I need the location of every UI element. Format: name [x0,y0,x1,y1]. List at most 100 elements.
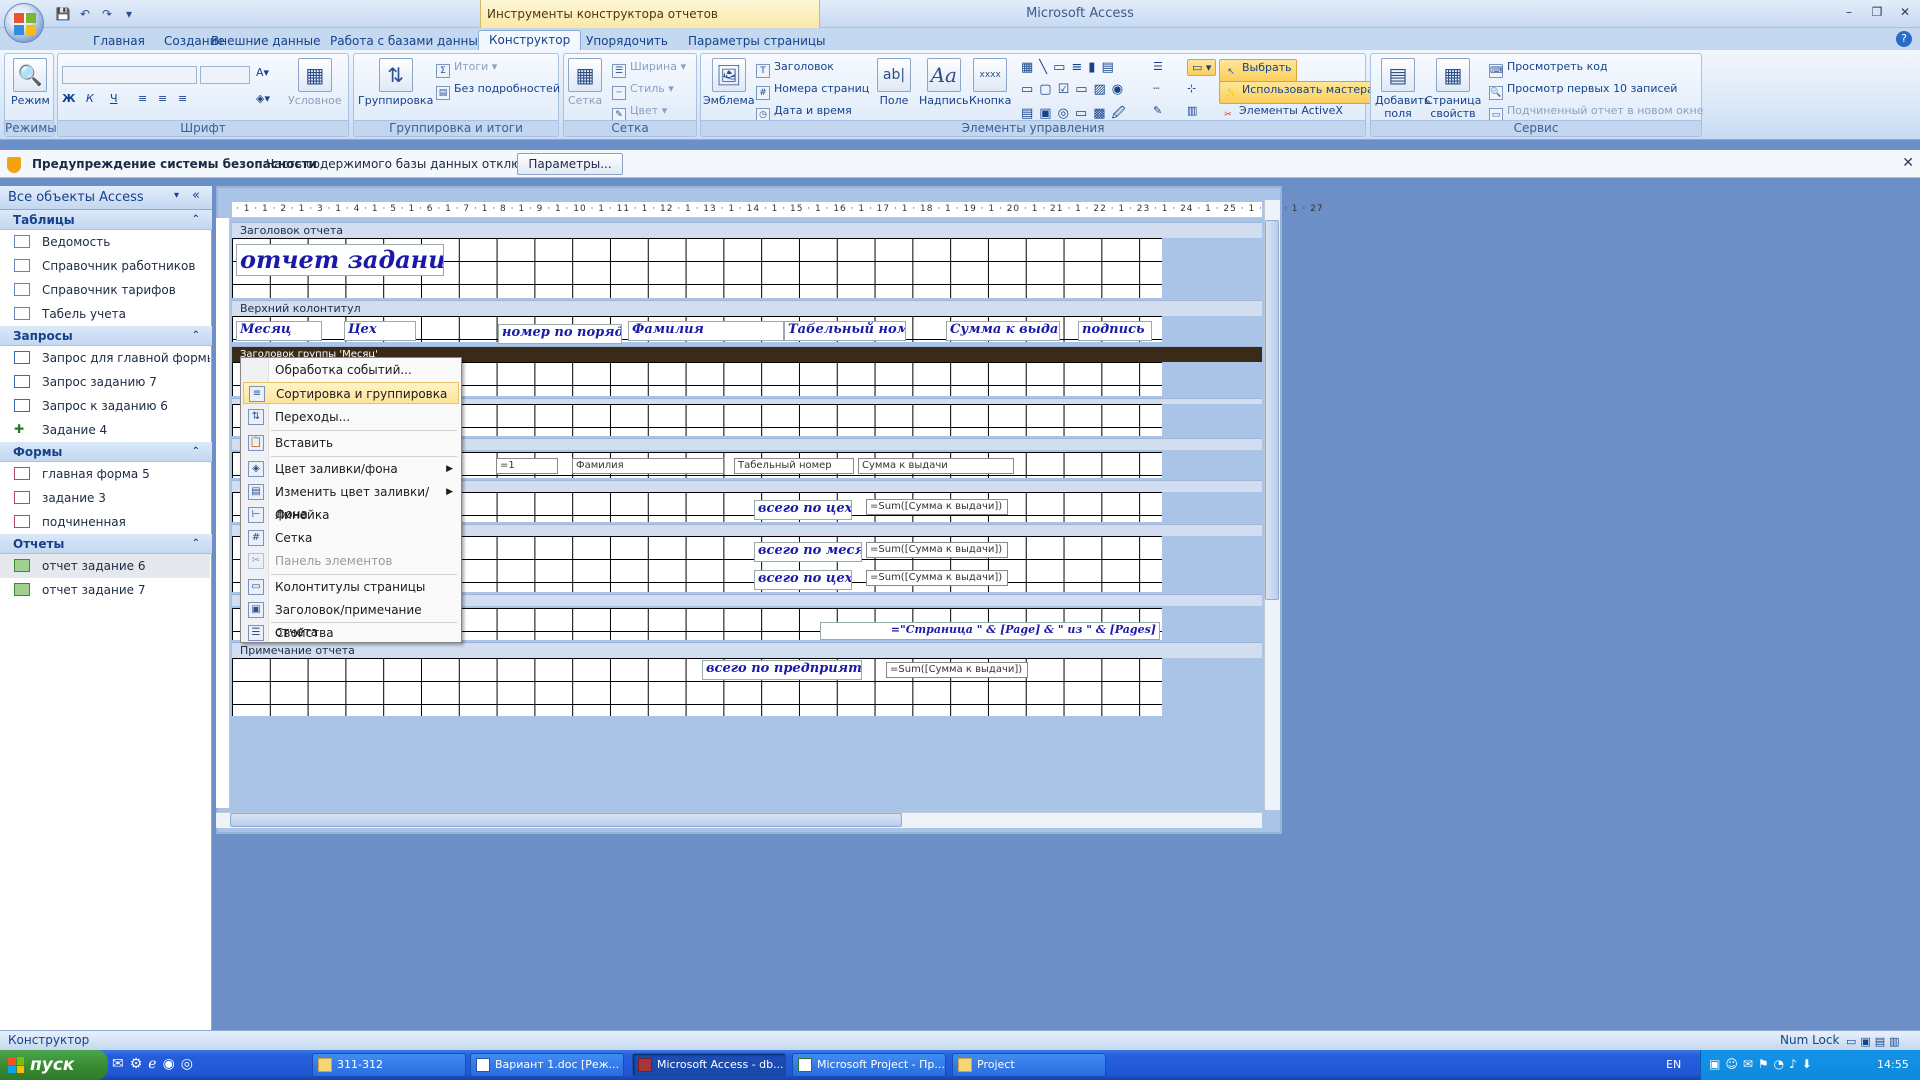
taskbar-button-folder[interactable]: 311-312 [312,1053,466,1077]
redo-icon[interactable]: ↷ [98,5,116,23]
save-icon[interactable]: 💾 [54,5,72,23]
controls-gallery-row2[interactable]: ▭▢☑▭▨◉ [1021,82,1141,97]
nav-item-table[interactable]: Справочник работников [0,254,210,278]
taskbar-button-word[interactable]: Вариант 1.doc [Реж... [470,1053,624,1077]
collapse-icon[interactable]: ⌃ [192,534,200,554]
menu-item-report-header-footer[interactable]: ▣ Заголовок/примечание отчета [243,599,459,639]
undo-icon[interactable]: ↶ [76,5,94,23]
collapse-icon[interactable]: ⌃ [192,210,200,230]
no-details-button[interactable]: ▤ Без подробностей [436,82,560,100]
conditional-button[interactable]: ▦ Условное [288,58,342,107]
grouping-button[interactable]: ⇅ Группировка [358,58,433,107]
nav-item-table[interactable]: Справочник тарифов [0,278,210,302]
menu-item-alt-fill-color[interactable]: ▤ Изменить цвет заливки/фона ▶ [243,481,459,521]
nav-item-form[interactable]: главная форма 5 [0,462,210,486]
underline-button[interactable]: Ч [110,92,118,105]
nav-item-form[interactable]: задание 3 [0,486,210,510]
close-icon[interactable]: ✕ [1902,155,1914,171]
customize-qat-icon[interactable]: ▾ [120,5,138,23]
taskbar-button-access[interactable]: Microsoft Access - db... [632,1053,786,1077]
font-size-select[interactable] [200,66,250,84]
nav-group-tables[interactable]: Таблицы ⌃ [0,210,212,230]
quick-launch-icons[interactable]: ✉⚙ℯ◉◎ [112,1056,199,1072]
collapse-icon[interactable]: ⌃ [192,442,200,462]
detail-field[interactable]: =1 [496,458,558,474]
minimize-button[interactable]: – [1838,2,1860,22]
textbox-style-icon[interactable]: ▭ ▾ [1187,59,1217,76]
menu-item-grid[interactable]: # Сетка [243,527,459,549]
line-color2-icon[interactable]: ✎ [1153,104,1162,117]
menu-item-tab-order[interactable]: ⇅ Переходы... [243,406,459,428]
logo-button[interactable]: 🖼 Эмблема [703,58,755,107]
total-workshop-label[interactable]: всего по цеху: [754,570,852,590]
menu-item-paste[interactable]: 📋 Вставить [243,432,459,454]
align-left-icon[interactable]: ≡ [138,92,147,105]
add-fields-button[interactable]: ▤ Добавить поля [1375,58,1430,120]
header-label[interactable]: Фамилия [628,321,784,341]
view-switcher-icons[interactable]: ▭▣▤▥ [1846,1033,1904,1051]
section-report-footer[interactable]: Примечание отчета [232,642,1262,658]
start-button[interactable]: пуск [0,1050,108,1080]
total-workshop-label[interactable]: всего по цеху: [754,500,852,520]
field-button[interactable]: ab| Поле [877,58,911,107]
tab-page-setup[interactable]: Параметры страницы [688,32,826,50]
report-title-label[interactable]: отчет задание 6 [236,244,444,276]
horizontal-scroll-thumb[interactable] [230,813,902,827]
button-button[interactable]: xxxx Кнопка [969,58,1011,107]
nav-group-queries[interactable]: Запросы ⌃ [0,326,212,346]
total-month-label[interactable]: всего по месяц: [754,542,862,562]
nav-item-report[interactable]: отчет задание 7 [0,578,210,602]
label-button[interactable]: Aa Надпись [919,58,969,107]
font-color-icon[interactable]: A▾ [256,66,269,79]
security-options-button[interactable]: Параметры... [517,153,623,175]
total-company-label[interactable]: всего по предприятию: [702,660,862,680]
view-top-button[interactable]: 🔍 Просмотр первых 10 записей [1489,82,1677,100]
menu-item-properties[interactable]: ☰ Свойства [243,623,459,643]
tray-icons[interactable]: ▣☺✉⚑◔♪⬇ [1709,1057,1817,1071]
header-label[interactable]: Месяц [236,321,322,341]
restore-button[interactable]: ❐ [1866,2,1888,22]
vertical-scroll-thumb[interactable] [1265,220,1279,600]
line-icon[interactable]: ☰ [1153,60,1163,73]
menu-item-sort-group[interactable]: ≡ Сортировка и группировка [243,382,459,404]
sum-field[interactable]: =Sum([Сумма к выдачи]) [866,570,1008,586]
view-code-button[interactable]: ⌨ Просмотреть код [1489,60,1608,78]
menu-item-fill-color[interactable]: ◈ Цвет заливки/фона ▶ [243,458,459,480]
font-name-select[interactable] [62,66,197,84]
tab-database-tools[interactable]: Работа с базами данных [330,32,485,50]
title-button[interactable]: T Заголовок [756,60,834,78]
sum-field[interactable]: =Sum([Сумма к выдачи]) [866,499,1008,515]
nav-item-query[interactable]: ✚ Задание 4 [0,418,210,442]
nav-header[interactable]: Все объекты Access ▾ « [0,186,212,210]
close-button[interactable]: ✕ [1894,2,1916,22]
tab-design[interactable]: Конструктор [478,30,582,50]
header-label[interactable]: Табельный номер [784,321,906,341]
grid-button[interactable]: ▦ Сетка [568,58,602,107]
tab-external-data[interactable]: Внешние данные [211,32,320,50]
width-button[interactable]: ☰ Ширина ▾ [612,60,686,78]
view-button[interactable]: 🔍 Режим [11,58,50,107]
fill-color-icon[interactable]: ◈▾ [256,92,270,105]
nav-item-query[interactable]: Запрос заданию 7 [0,370,210,394]
chevron-down-icon[interactable]: ▾ [174,190,179,201]
header-label[interactable]: подпись [1078,321,1152,341]
sum-field[interactable]: =Sum([Сумма к выдачи]) [886,662,1028,678]
nav-item-table[interactable]: Табель учета [0,302,210,326]
section-page-header[interactable]: Верхний колонтитул [232,300,1262,316]
italic-button[interactable]: К [86,92,94,105]
detail-field[interactable]: Фамилия [572,458,724,474]
nav-item-query[interactable]: Запрос к заданию 6 [0,394,210,418]
nav-group-reports[interactable]: Отчеты ⌃ [0,534,212,554]
nav-item-table[interactable]: Ведомость [0,230,210,254]
taskbar-button-project[interactable]: Microsoft Project - Пр... [792,1053,946,1077]
tab-arrange[interactable]: Упорядочить [586,32,668,50]
controls-gallery-row1[interactable]: ▦╲▭≡▮▤ [1021,60,1141,75]
snap-icon[interactable]: ⊹ [1187,82,1196,95]
collapse-icon[interactable]: ⌃ [192,326,200,346]
tab-control-icon[interactable]: ▥ [1187,104,1197,117]
header-label[interactable]: номер по порядку [498,324,622,344]
office-button[interactable] [4,3,44,43]
line-dash-icon[interactable]: ┄ [1153,82,1160,95]
nav-item-report[interactable]: отчет задание 6 [0,554,210,578]
use-wizard-button[interactable]: ✨ Использовать мастера [1219,81,1379,104]
